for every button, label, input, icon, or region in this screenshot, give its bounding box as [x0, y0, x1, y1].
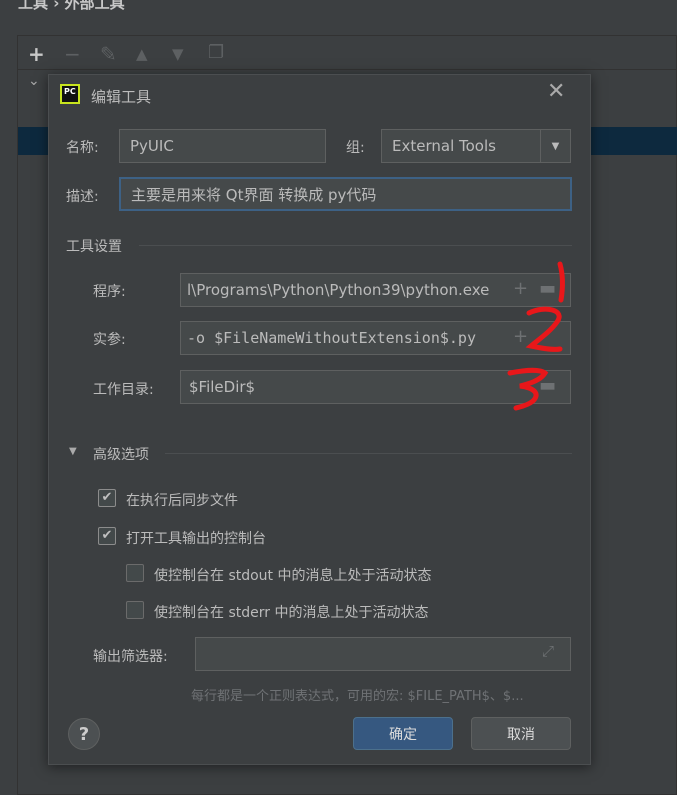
annotation-3	[507, 367, 549, 411]
annotation-1	[557, 261, 565, 303]
annotation-2	[525, 306, 563, 352]
red-annotations	[507, 261, 565, 411]
